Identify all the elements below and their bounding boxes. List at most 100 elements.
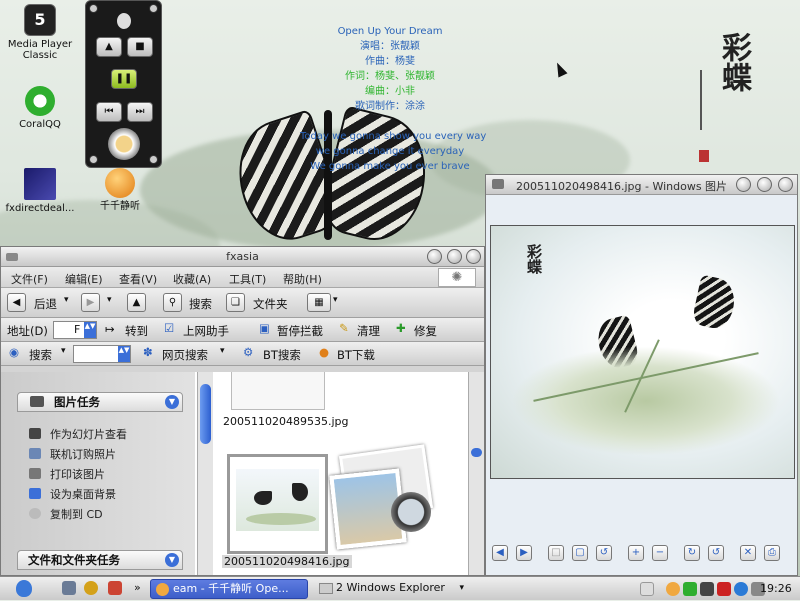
search-icon[interactable]: ⚲: [163, 293, 182, 312]
toolbar-search-button[interactable]: 搜索: [29, 347, 52, 363]
security-tray-icon[interactable]: [683, 582, 697, 596]
volume-knob[interactable]: [108, 128, 140, 160]
zoom-out-button[interactable]: −: [652, 545, 668, 561]
web-search-button[interactable]: 网页搜索: [162, 347, 208, 363]
explorer-folder-icon: [319, 583, 333, 594]
zoom-in-button[interactable]: +: [628, 545, 644, 561]
menu-favorites[interactable]: 收藏(A): [173, 271, 211, 287]
globe-block-icon[interactable]: [734, 582, 748, 596]
task-set-background[interactable]: 设为桌面背景: [29, 486, 116, 502]
maximize-button[interactable]: [447, 249, 462, 264]
stop-button[interactable]: ■: [127, 37, 153, 57]
best-fit-button[interactable]: □: [548, 545, 564, 561]
group-dropdown-icon[interactable]: ▾: [459, 579, 464, 597]
wallpaper-seal: [699, 150, 709, 162]
bt-download-button[interactable]: BT下载: [337, 347, 375, 363]
desktop-icon-media-player-classic[interactable]: 5 Media Player Classic: [5, 4, 75, 61]
clean-button[interactable]: 清理: [357, 323, 380, 339]
menu-edit[interactable]: 编辑(E): [65, 271, 103, 287]
task-slideshow[interactable]: 作为幻灯片查看: [29, 426, 127, 442]
address-dropdown-button[interactable]: ▲▼: [84, 322, 96, 338]
bt-download-icon: ●: [319, 345, 330, 359]
file-thumbnail[interactable]: [231, 372, 325, 410]
desktop-icon-coralqq[interactable]: CoralQQ: [5, 86, 75, 130]
views-dropdown-icon[interactable]: ▾: [333, 295, 338, 305]
search-query-dropdown-button[interactable]: ▲▼: [118, 346, 130, 362]
actual-size-button[interactable]: ▢: [572, 545, 588, 561]
menu-tools[interactable]: 工具(T): [229, 271, 266, 287]
search-query-field[interactable]: ▲▼: [73, 345, 131, 363]
delete-button[interactable]: ✕: [740, 545, 756, 561]
go-arrow-icon[interactable]: ↦: [105, 322, 115, 336]
viewer-titlebar[interactable]: 200511020498416.jpg - Windows 图片...: [486, 175, 797, 195]
folders-button[interactable]: 文件夹: [253, 296, 288, 312]
quicklaunch-network-icon[interactable]: [62, 581, 76, 595]
desktop-icon-ttplayer[interactable]: 千千静听: [85, 168, 155, 212]
previous-track-button[interactable]: ⏮: [96, 102, 122, 122]
task-print-picture[interactable]: 打印该图片: [29, 466, 105, 482]
folders-icon[interactable]: ❏: [226, 293, 245, 312]
menu-view[interactable]: 查看(V): [119, 271, 157, 287]
minimize-button[interactable]: [427, 249, 442, 264]
next-image-button[interactable]: ▶: [516, 545, 532, 561]
quicklaunch-more-chevron-icon[interactable]: »: [134, 581, 141, 594]
task-order-prints[interactable]: 联机订购照片: [29, 446, 116, 462]
file-thumbnail-selected[interactable]: [227, 454, 328, 554]
bt-search-button[interactable]: BT搜索: [263, 347, 301, 363]
quicklaunch-paw-icon[interactable]: [84, 581, 98, 595]
eject-button[interactable]: ▲: [96, 37, 122, 57]
clock[interactable]: 19:26: [760, 582, 792, 595]
rotate-counterclockwise-button[interactable]: ↺: [708, 545, 724, 561]
slideshow-button[interactable]: ↺: [596, 545, 612, 561]
menu-help[interactable]: 帮助(H): [283, 271, 322, 287]
scrollbar-thumb[interactable]: [471, 448, 482, 457]
ttplayer-tray-icon[interactable]: [666, 582, 680, 596]
go-button[interactable]: 转到: [125, 323, 148, 339]
quicklaunch-app-icon[interactable]: [108, 581, 122, 595]
desktop-icon-fxdirectdeal[interactable]: fxdirectdeal...: [5, 168, 75, 214]
file-name-selected[interactable]: 200511020498416.jpg: [222, 555, 352, 568]
task-pane-scrollbar[interactable]: [197, 372, 213, 575]
back-button[interactable]: 后退: [34, 296, 57, 312]
network-arrows-icon[interactable]: [640, 582, 654, 596]
minimize-button[interactable]: [736, 177, 751, 192]
up-folder-button[interactable]: ▲: [127, 293, 146, 312]
taskbar-button-ttplayer[interactable]: eam - 千千静听 Ope...: [150, 579, 308, 599]
next-track-button[interactable]: ⏭: [127, 102, 153, 122]
maximize-button[interactable]: [757, 177, 772, 192]
views-grid-icon[interactable]: ▦: [307, 293, 331, 312]
start-apple-icon[interactable]: [16, 580, 32, 597]
files-scrollbar[interactable]: [468, 372, 484, 575]
search-button[interactable]: 搜索: [189, 296, 212, 312]
collapse-chevron-icon[interactable]: ▼: [165, 395, 179, 409]
previous-image-button[interactable]: ◀: [492, 545, 508, 561]
close-button[interactable]: [778, 177, 793, 192]
back-dropdown-icon[interactable]: ▾: [64, 295, 69, 305]
task-copy-to-cd[interactable]: 复制到 CD: [29, 506, 103, 522]
search-engine-dropdown-icon[interactable]: ▾: [61, 346, 66, 356]
back-arrow-icon[interactable]: ◀: [7, 293, 26, 312]
phone-tray-icon[interactable]: [700, 582, 714, 596]
forward-dropdown-icon[interactable]: ▾: [107, 295, 112, 305]
close-button[interactable]: [466, 249, 481, 264]
web-search-dropdown-icon[interactable]: ▾: [220, 346, 225, 356]
forward-button[interactable]: ▶: [81, 293, 100, 312]
window-menu-icon[interactable]: [492, 179, 504, 189]
collapse-chevron-icon[interactable]: ▼: [165, 553, 179, 567]
taskbar-button-explorer-group[interactable]: 2 Windows Explorer ▾: [314, 579, 470, 599]
rotate-clockwise-button[interactable]: ↻: [684, 545, 700, 561]
file-folder-tasks-header[interactable]: 文件和文件夹任务 ▼: [17, 550, 183, 570]
helper-icon: ☑: [164, 321, 175, 335]
popup-block-button[interactable]: 暂停拦截: [277, 323, 323, 339]
picture-tasks-header[interactable]: 图片任务 ▼: [17, 392, 183, 412]
pause-button[interactable]: ❚❚: [111, 69, 137, 89]
file-name[interactable]: 200511020489535.jpg: [223, 415, 349, 428]
menu-file[interactable]: 文件(F): [11, 271, 48, 287]
repair-button[interactable]: 修复: [414, 323, 437, 339]
helper-button[interactable]: 上网助手: [183, 323, 229, 339]
scrollbar-thumb[interactable]: [200, 384, 211, 444]
antivirus-k-icon[interactable]: [717, 582, 731, 596]
explorer-titlebar[interactable]: fxasia: [1, 247, 484, 267]
print-button[interactable]: ⎙: [764, 545, 780, 561]
address-field[interactable]: F ▲▼: [53, 321, 97, 339]
